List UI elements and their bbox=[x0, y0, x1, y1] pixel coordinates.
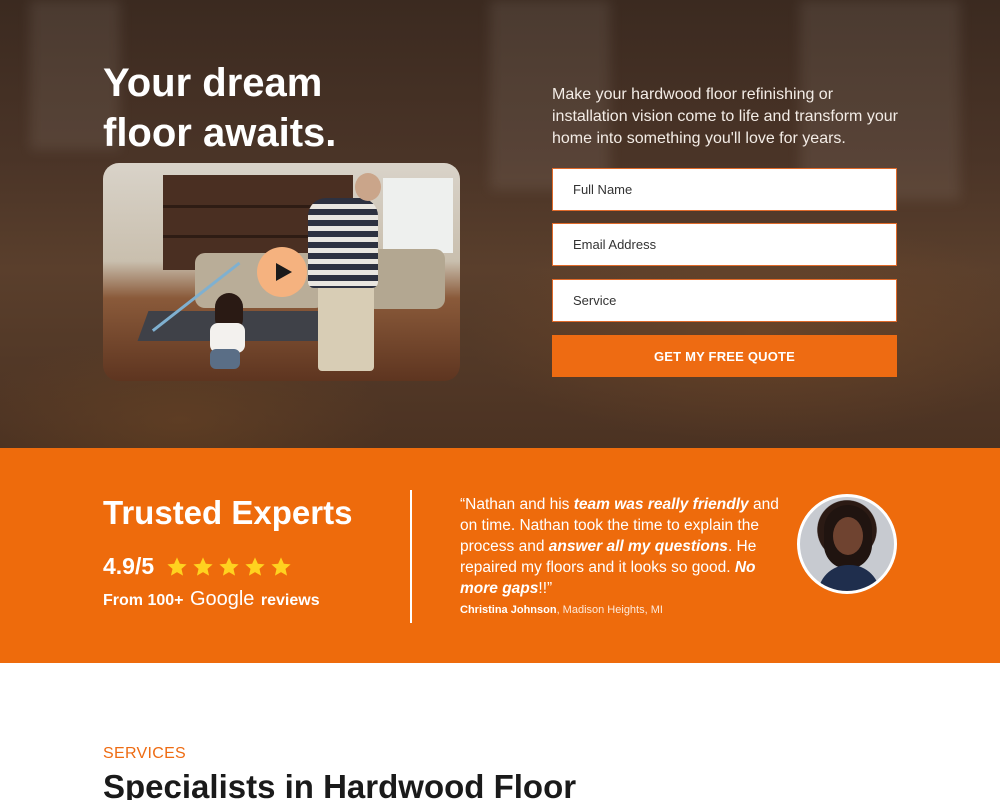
reviews-suffix: reviews bbox=[260, 592, 320, 609]
video-man-head bbox=[355, 173, 381, 201]
author-location: , Madison Heights, MI bbox=[556, 604, 663, 616]
star-icon bbox=[193, 556, 213, 576]
star-icon bbox=[219, 556, 239, 576]
google-reviews-line: From 100+ Google reviews bbox=[103, 588, 320, 611]
hero-title-line-1: Your dream bbox=[103, 61, 323, 105]
star-rating bbox=[166, 556, 292, 578]
services-kicker: SERVICES bbox=[103, 745, 187, 762]
hero-section: Your dream floor awaits. Make your hardw… bbox=[0, 0, 1000, 448]
play-icon bbox=[276, 263, 292, 281]
author-name: Christina Johnson bbox=[460, 604, 557, 616]
video-man-legs bbox=[318, 281, 374, 371]
video-thumbnail[interactable] bbox=[103, 163, 460, 381]
star-icon bbox=[271, 556, 291, 576]
hero-title: Your dream floor awaits. bbox=[103, 58, 423, 158]
full-name-input[interactable] bbox=[552, 168, 897, 211]
email-input[interactable] bbox=[552, 223, 897, 266]
hero-title-line-2: floor awaits. bbox=[103, 111, 337, 155]
star-icon bbox=[245, 556, 265, 576]
rating-row: 4.9/5 bbox=[103, 553, 292, 580]
vertical-divider bbox=[410, 490, 412, 623]
testimonial-author: Christina Johnson, Madison Heights, MI bbox=[460, 604, 663, 616]
google-logo: Google bbox=[189, 588, 255, 610]
video-window bbox=[383, 178, 453, 253]
play-button[interactable] bbox=[257, 247, 307, 297]
avatar bbox=[797, 494, 897, 594]
video-girl bbox=[205, 293, 250, 373]
service-input[interactable] bbox=[552, 279, 897, 322]
services-title: Specialists in Hardwood Floor bbox=[103, 768, 577, 800]
hero-description: Make your hardwood floor refinishing or … bbox=[552, 86, 898, 147]
trust-title: Trusted Experts bbox=[103, 494, 353, 531]
star-icon bbox=[167, 556, 187, 576]
testimonial-quote: “Nathan and his team was really friendly… bbox=[460, 496, 779, 597]
reviews-prefix: From 100+ bbox=[103, 592, 184, 609]
video-man bbox=[308, 198, 378, 288]
trust-section: Trusted Experts 4.9/5 From 100+ Google r… bbox=[0, 448, 1000, 663]
get-free-quote-button[interactable]: GET MY FREE QUOTE bbox=[552, 335, 897, 377]
rating-value: 4.9/5 bbox=[103, 553, 155, 579]
